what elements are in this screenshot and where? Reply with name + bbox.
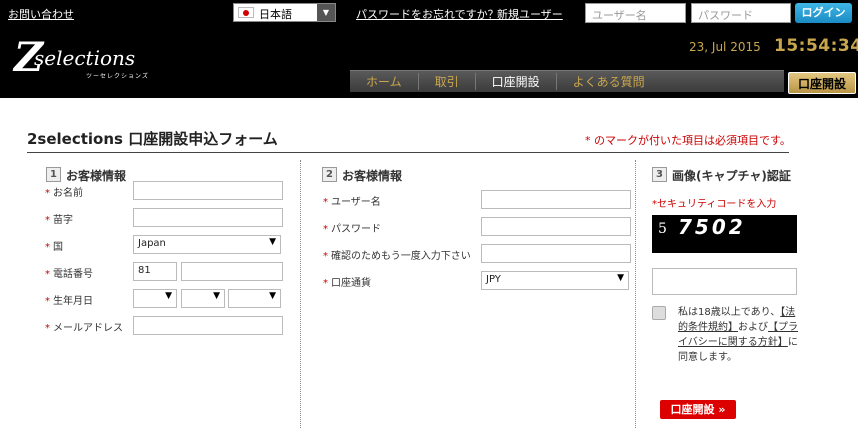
section3-number: 3	[652, 167, 667, 182]
new-user-link[interactable]: 新規ユーザー	[497, 6, 563, 22]
chevron-down-icon: ▼	[617, 273, 624, 283]
name-input[interactable]	[133, 181, 283, 200]
dob-day-select[interactable]: ▼	[228, 289, 281, 308]
password-label: * パスワード	[323, 224, 381, 235]
confirm-password-label: * 確認のためもう一度入力下さい	[323, 251, 471, 262]
email-label: * メールアドレス	[45, 323, 123, 334]
chevron-down-icon: ▼	[269, 237, 276, 247]
agree-checkbox[interactable]	[652, 306, 666, 320]
dob-label: * 生年月日	[45, 296, 93, 307]
nav-item-open-account[interactable]: 口座開設	[474, 73, 556, 90]
language-select[interactable]: 日本語 ▼	[233, 3, 336, 22]
forgot-password-link[interactable]: パスワードをお忘れですか？	[356, 6, 499, 22]
confirm-password-input[interactable]	[481, 244, 631, 263]
country-value: Japan	[138, 238, 166, 249]
logo-subtitle: ツーセレクションズ	[86, 73, 149, 80]
nav-item-home[interactable]: ホーム	[350, 73, 418, 90]
current-time: 15:54:34	[774, 36, 858, 56]
captcha-input[interactable]	[652, 268, 797, 295]
captcha-digits: 7502	[678, 215, 746, 239]
surname-input[interactable]	[133, 208, 283, 227]
chevron-down-icon: ▼	[269, 291, 276, 301]
logo[interactable]: Z selections ツーセレクションズ	[14, 34, 154, 88]
login-button[interactable]: ログイン	[795, 3, 852, 23]
open-account-nav-button[interactable]: 口座開設	[788, 72, 856, 94]
header-password-input[interactable]: パスワード	[691, 3, 791, 23]
country-label: * 国	[45, 242, 63, 253]
username-label: * ユーザー名	[323, 197, 381, 208]
currency-label: * 口座通貨	[323, 278, 371, 289]
email-input[interactable]	[133, 316, 283, 335]
agree-text: 私は18歳以上であり、【法的条件規約】および【プライバシーに関する方針】に同意し…	[678, 307, 798, 363]
captcha-image: 5 7502	[652, 215, 797, 253]
required-note: * のマークが付いた項目は必須項目です。	[585, 134, 791, 147]
open-account-submit-button[interactable]: 口座開設 »	[660, 400, 736, 419]
section2-title: お客様情報	[342, 169, 403, 183]
language-value: 日本語	[259, 8, 292, 21]
section3-title: 画像(キャプチャ)認証	[672, 169, 791, 183]
column-divider	[300, 160, 301, 428]
nav-item-trade[interactable]: 取引	[417, 73, 475, 90]
phone-number-input[interactable]	[181, 262, 283, 281]
currency-value: JPY	[486, 274, 501, 285]
japan-flag-icon	[238, 7, 254, 18]
password-input[interactable]	[481, 217, 631, 236]
country-select[interactable]: Japan ▼	[133, 235, 281, 254]
security-code-label: *セキュリティコードを入力	[652, 199, 777, 210]
column-divider	[635, 160, 636, 428]
phone-label: * 電話番号	[45, 269, 93, 280]
chevron-down-icon: ▼	[165, 291, 172, 301]
form-title: 2selections 口座開設申込フォーム	[27, 130, 278, 148]
currency-select[interactable]: JPY ▼	[481, 271, 629, 290]
main-nav: ホーム 取引 口座開設 よくある質問	[350, 70, 784, 92]
section2-number: 2	[322, 167, 337, 182]
header-username-input[interactable]: ユーザー名	[585, 3, 686, 23]
logo-text: selections	[34, 46, 136, 70]
username-input[interactable]	[481, 190, 631, 209]
name-label: * お名前	[45, 188, 83, 199]
dob-year-select[interactable]: ▼	[133, 289, 177, 308]
nav-item-faq[interactable]: よくある質問	[555, 73, 661, 90]
section3-header: 3 画像(キャプチャ)認証	[652, 167, 791, 184]
section1-title: お客様情報	[66, 169, 127, 183]
captcha-digit-first: 5	[658, 221, 667, 237]
title-divider	[27, 152, 789, 153]
section2-header: 2 お客様情報	[322, 167, 402, 184]
section1-number: 1	[46, 167, 61, 182]
surname-label: * 苗字	[45, 215, 73, 226]
phone-code-input[interactable]: 81	[133, 262, 177, 281]
current-date: 23, Jul 2015	[689, 40, 761, 54]
chevron-down-icon: ▼	[213, 291, 220, 301]
dropdown-arrow-icon: ▼	[317, 4, 335, 21]
contact-link[interactable]: お問い合わせ	[8, 6, 74, 22]
dob-month-select[interactable]: ▼	[181, 289, 225, 308]
section1-header: 1 お客様情報	[46, 167, 126, 184]
